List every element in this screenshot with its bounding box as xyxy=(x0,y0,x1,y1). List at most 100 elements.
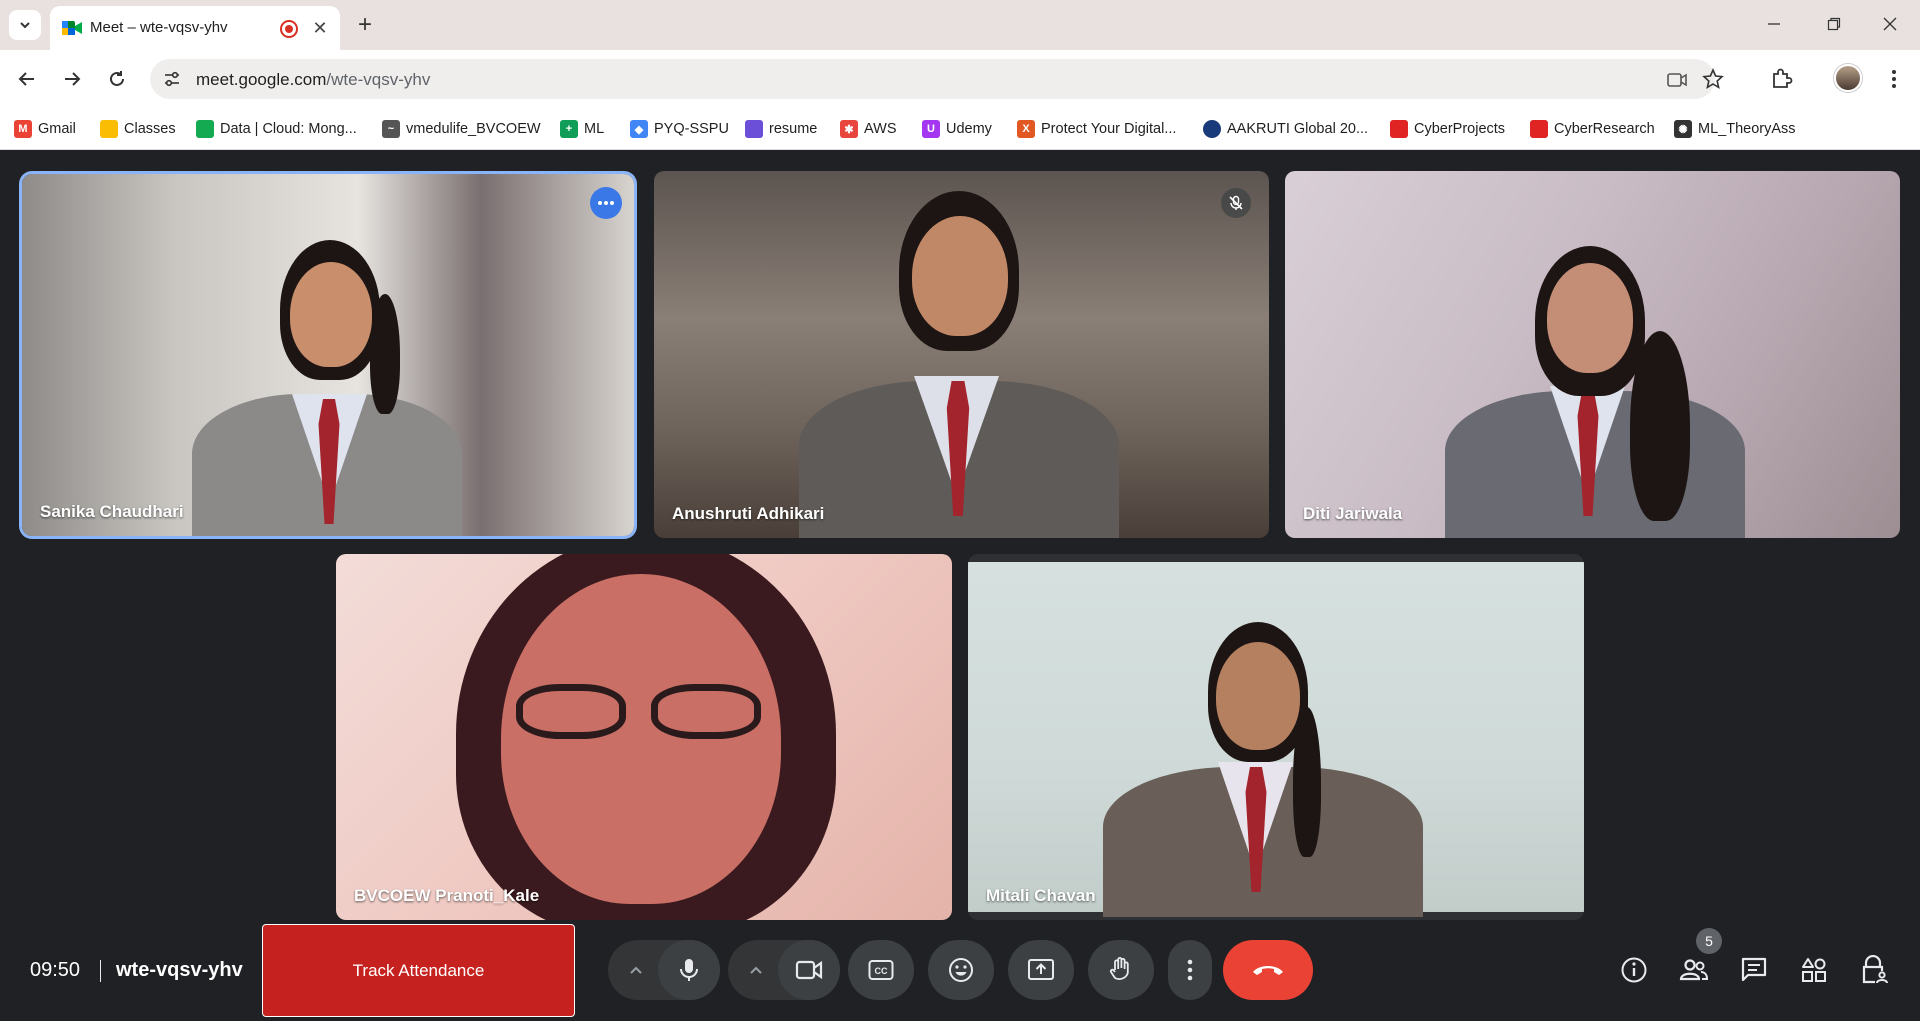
browser-tab-meet[interactable]: Meet – wte-vqsv-yhv ✕ xyxy=(50,6,340,50)
reload-icon xyxy=(110,71,124,86)
participant-tile[interactable]: Sanika Chaudhari xyxy=(22,174,634,536)
track-attendance-button[interactable]: Track Attendance xyxy=(262,924,575,1017)
bookmark-label: Udemy xyxy=(946,121,992,137)
chevron-up-icon xyxy=(630,966,642,974)
browser-menu-button[interactable] xyxy=(1880,65,1908,93)
bookmark-item[interactable]: ~ vmedulife_BVCOEW xyxy=(382,117,541,141)
muted-mic-icon xyxy=(1221,188,1251,218)
reactions-button[interactable] xyxy=(928,940,994,1000)
participant-video xyxy=(182,234,482,536)
bookmarks-bar: M Gmail Classes Data | Cloud: Mong... ~ vmedu… xyxy=(0,108,1920,150)
leave-call-button[interactable] xyxy=(1223,940,1313,1000)
tile-options-button[interactable] xyxy=(590,187,622,219)
raise-hand-button[interactable] xyxy=(1088,940,1154,1000)
participant-video xyxy=(794,181,1124,538)
site-info-icon[interactable] xyxy=(160,67,184,91)
video-options-button[interactable] xyxy=(736,940,776,1000)
close-window-button[interactable] xyxy=(1870,8,1910,40)
activities-button[interactable] xyxy=(1794,950,1834,990)
url-text: meet.google.com/wte-vqsv-yhv xyxy=(196,70,430,90)
minimize-window-button[interactable] xyxy=(1754,8,1794,40)
udemy-icon: U xyxy=(922,120,940,138)
url-host: meet.google.com xyxy=(196,70,327,89)
bookmark-star-icon[interactable] xyxy=(1702,68,1724,90)
bookmark-item[interactable]: Data | Cloud: Mong... xyxy=(196,117,357,141)
profile-avatar[interactable] xyxy=(1834,64,1862,92)
camera-button[interactable] xyxy=(778,940,840,1000)
google-meet-icon xyxy=(62,21,82,35)
bookmark-item[interactable]: resume xyxy=(745,117,817,141)
present-screen-button[interactable] xyxy=(1008,940,1074,1000)
bookmark-label: Protect Your Digital... xyxy=(1041,121,1177,137)
extensions-icon[interactable] xyxy=(1768,65,1796,93)
chat-button[interactable] xyxy=(1734,950,1774,990)
new-tab-button[interactable]: + xyxy=(350,10,380,40)
meeting-code: wte-vqsv-yhv xyxy=(116,959,243,981)
bookmark-red-icon xyxy=(1390,120,1408,138)
captions-button[interactable]: CC xyxy=(848,940,914,1000)
bookmark-label: resume xyxy=(769,121,818,137)
minimize-icon xyxy=(1768,23,1780,25)
raise-hand-icon xyxy=(1109,957,1129,980)
forward-button[interactable] xyxy=(55,62,89,96)
audio-options-button[interactable] xyxy=(616,940,656,1000)
bookmark-label: ML xyxy=(584,121,605,137)
close-tab-icon[interactable]: ✕ xyxy=(308,16,332,40)
people-button[interactable] xyxy=(1674,950,1714,990)
meeting-time: 09:50 xyxy=(30,959,81,981)
participant-name: Sanika Chaudhari xyxy=(40,502,184,521)
bookmark-label: AWS xyxy=(864,121,897,137)
participant-video xyxy=(416,554,876,920)
bookmark-label: vmedulife_BVCOEW xyxy=(406,121,541,137)
camera-in-use-icon[interactable] xyxy=(1666,69,1688,91)
participant-tile[interactable]: BVCOEW Pranoti_Kale xyxy=(336,554,952,920)
bookmark-item[interactable]: ◆ PYQ-SSPU xyxy=(630,117,729,141)
bookmark-label: CyberProjects xyxy=(1414,121,1506,137)
address-bar[interactable]: meet.google.com/wte-vqsv-yhv xyxy=(150,59,1724,99)
bookmark-item[interactable]: CyberResearch xyxy=(1530,117,1655,141)
back-button[interactable] xyxy=(10,62,44,96)
tab-search-button[interactable] xyxy=(9,10,41,40)
bookmark-item[interactable]: ✺ ML_TheoryAss xyxy=(1674,117,1796,141)
meeting-details-button[interactable] xyxy=(1614,950,1654,990)
sheets-icon: + xyxy=(560,120,578,138)
divider xyxy=(100,960,101,982)
bookmark-item[interactable]: AAKRUTI Global 20... xyxy=(1203,117,1368,141)
restore-window-button[interactable] xyxy=(1814,8,1854,40)
participant-tile[interactable]: Mitali Chavan xyxy=(968,554,1584,920)
x-logo-icon: X xyxy=(1017,120,1035,138)
participant-name: Anushruti Adhikari xyxy=(672,504,825,523)
reload-button[interactable] xyxy=(100,62,134,96)
bookmark-item[interactable]: X Protect Your Digital... xyxy=(1017,117,1176,141)
activities-shapes-icon xyxy=(1802,958,1826,982)
people-icon xyxy=(1679,959,1709,981)
close-icon xyxy=(1883,17,1897,31)
participant-tile[interactable]: Diti Jariwala xyxy=(1285,171,1900,538)
bookmark-item[interactable]: U Udemy xyxy=(922,117,992,141)
diamond-icon: ◆ xyxy=(630,120,648,138)
bookmark-label: AAKRUTI Global 20... xyxy=(1227,121,1369,137)
url-path: /wte-vqsv-yhv xyxy=(326,70,431,89)
bookmark-item[interactable]: CyberProjects xyxy=(1390,117,1505,141)
microphone-button[interactable] xyxy=(658,940,720,1000)
tab-title: Meet – wte-vqsv-yhv xyxy=(90,19,228,36)
tab-strip: Meet – wte-vqsv-yhv ✕ + xyxy=(0,0,1920,50)
participant-video xyxy=(1435,241,1765,538)
participant-tile[interactable]: Anushruti Adhikari xyxy=(654,171,1269,538)
closed-captions-icon: CC xyxy=(868,960,894,980)
bookmark-item[interactable]: + ML xyxy=(560,117,604,141)
participant-video xyxy=(968,562,1584,917)
host-controls-button[interactable] xyxy=(1854,950,1894,990)
vmedulife-icon: ~ xyxy=(382,120,400,138)
globe-icon xyxy=(1203,120,1221,138)
restore-icon xyxy=(1827,17,1841,31)
chevron-up-icon xyxy=(750,966,762,974)
lock-person-icon xyxy=(1862,955,1888,984)
svg-text:CC: CC xyxy=(875,966,888,976)
emoji-icon xyxy=(949,958,973,982)
more-options-button[interactable] xyxy=(1168,940,1212,1000)
bookmark-item[interactable]: ✱ AWS xyxy=(840,117,897,141)
bookmark-item[interactable]: Classes xyxy=(100,117,176,141)
bookmark-item[interactable]: M Gmail xyxy=(14,117,76,141)
hang-up-icon xyxy=(1253,966,1283,975)
